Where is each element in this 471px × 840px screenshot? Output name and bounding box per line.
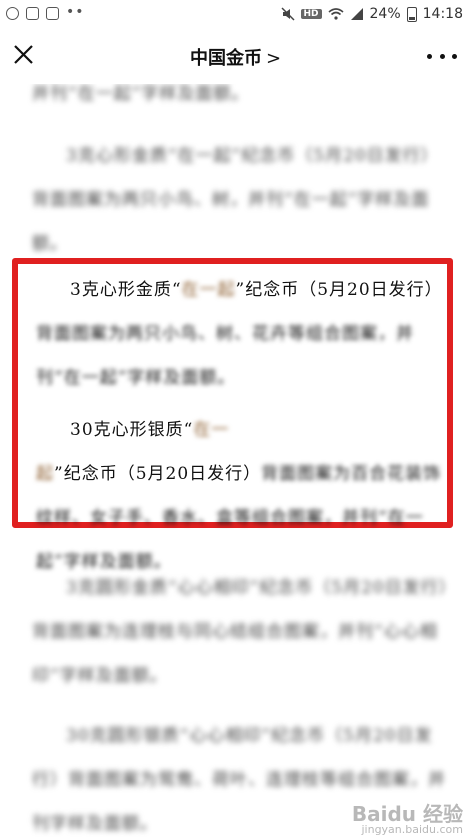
highlight-paragraph-gold: 3克心形金质“在一起”纪念币（5月20日发行） 背面图案为两只小鸟、树、花卉等组合… [36, 268, 448, 400]
page-title-text: 中国金币 [189, 48, 262, 69]
folder-icon [46, 7, 59, 20]
hd-icon: HD [300, 9, 322, 19]
more-dot [427, 53, 432, 59]
baidu-jingyan-watermark: Baidu 经验 jingyan.baidu.com [352, 798, 463, 836]
status-right-icons: HD 24% 14:18 [280, 6, 463, 22]
coin-name-blurred: 在一起 [181, 280, 236, 300]
blurred-paragraph-text: 3克心形金质“在一起”纪念币（5月20日发行）背面图案为两只小鸟、树，并刊“在一… [32, 146, 439, 254]
mute-icon [280, 7, 295, 21]
coin-desc-mid: ”纪念币（5月20日发行） [54, 464, 262, 484]
blurred-paragraph: 3克圆形金质“心心相印”纪念币（5月20日发行）背面图案为连理枝与同心结组合图案… [32, 566, 450, 698]
blurred-paragraph-text: 3克圆形金质“心心相印”纪念币（5月20日发行）背面图案为连理枝与同心结组合图案… [32, 578, 449, 686]
battery-percent: 24% [369, 6, 401, 22]
wifi-icon [327, 8, 344, 20]
highlight-paragraph-silver: 30克心形银质“在一起”纪念币（5月20日发行）背面图案为百合花装饰纹样、女子手… [36, 408, 448, 584]
more-dot [439, 53, 445, 59]
more-dots-icon: •• [66, 3, 85, 20]
chevron-right-icon: > [265, 48, 282, 69]
blurred-paragraph: 并刊“在一起”字样及面额。 [32, 84, 250, 104]
article-content: 并刊“在一起”字样及面额。 3克心形金质“在一起”纪念币（5月20日发行）背面图… [0, 84, 471, 840]
blurred-paragraph: 3克心形金质“在一起”纪念币（5月20日发行）背面图案为两只小鸟、树，并刊“在一… [32, 134, 450, 266]
image-icon [26, 7, 39, 20]
page-title[interactable]: 中国金币 > [0, 44, 471, 70]
wechat-icon [6, 7, 19, 20]
signal-icon [350, 8, 363, 20]
more-dot [452, 53, 457, 59]
status-time: 14:18 [422, 6, 463, 22]
highlight-content: 3克心形金质“在一起”纪念币（5月20日发行）背面图案为两只小鸟、树、花卉等组合… [36, 264, 448, 584]
nav-bar: 中国金币 > [0, 30, 471, 84]
coin-desc-blurred: 背面图案为两只小鸟、树、花卉等组合图案，并刊“在一起”字样及面额。 [36, 324, 414, 388]
watermark-url: jingyan.baidu.com [361, 823, 463, 836]
highlight-box: 3克心形金质“在一起”纪念币（5月20日发行）背面图案为两只小鸟、树、花卉等组合… [12, 258, 453, 572]
battery-icon [406, 6, 417, 22]
coin-desc-mid: ”纪念币（5月20日发行） [235, 280, 443, 300]
more-icon[interactable] [427, 44, 457, 68]
coin-desc-prefix: 3克心形金质“ [70, 280, 182, 300]
coin-desc-prefix: 30克心形银质“ [70, 420, 194, 440]
status-left-icons: •• [6, 3, 85, 20]
status-bar: •• HD 24% 14:18 [0, 0, 471, 30]
